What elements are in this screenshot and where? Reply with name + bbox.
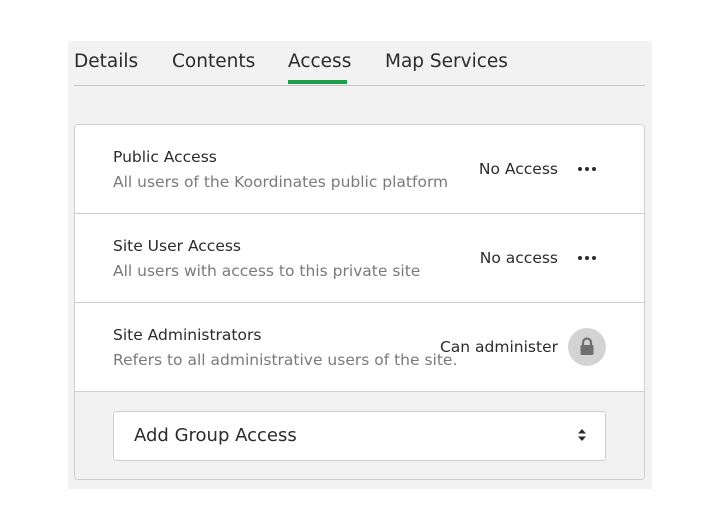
access-row-description: All users with access to this private si… bbox=[113, 262, 421, 280]
add-group-area: Add Group Access bbox=[75, 392, 644, 479]
tab-contents[interactable]: Contents bbox=[172, 51, 255, 72]
access-level: Can administer bbox=[439, 338, 558, 356]
tab-details[interactable]: Details bbox=[74, 51, 138, 72]
add-group-access-label: Add Group Access bbox=[134, 425, 297, 446]
add-group-access-select[interactable]: Add Group Access bbox=[113, 411, 606, 461]
access-row-description: Refers to all administrative users of th… bbox=[113, 351, 458, 369]
access-row-site-user: Site User Access All users with access t… bbox=[75, 214, 644, 303]
access-level: No access bbox=[479, 249, 558, 267]
access-row-title: Public Access bbox=[113, 148, 217, 166]
access-list: Public Access All users of the Koordinat… bbox=[74, 124, 645, 480]
access-row-title: Site Administrators bbox=[113, 326, 262, 344]
access-row-description: All users of the Koordinates public plat… bbox=[113, 173, 449, 191]
ellipsis-icon[interactable] bbox=[569, 155, 605, 183]
select-caret-icon bbox=[578, 429, 586, 441]
lock-icon bbox=[568, 328, 606, 366]
access-row-site-admins: Site Administrators Refers to all admini… bbox=[75, 303, 644, 392]
access-level: No Access bbox=[478, 160, 558, 178]
access-row-title: Site User Access bbox=[113, 237, 242, 255]
tab-map-services[interactable]: Map Services bbox=[385, 51, 508, 72]
access-panel: Details Contents Access Map Services Pub… bbox=[68, 41, 652, 489]
active-tab-indicator bbox=[288, 80, 347, 84]
tab-bar: Details Contents Access Map Services bbox=[74, 41, 645, 86]
ellipsis-icon[interactable] bbox=[569, 244, 605, 272]
tab-access[interactable]: Access bbox=[288, 51, 351, 72]
access-row-public: Public Access All users of the Koordinat… bbox=[75, 125, 644, 214]
